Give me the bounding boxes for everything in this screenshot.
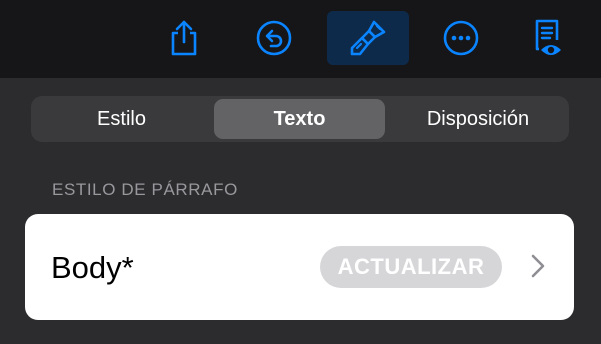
tab-texto[interactable]: Texto: [214, 99, 385, 139]
paragraph-style-row[interactable]: Body* ACTUALIZAR: [25, 214, 574, 320]
more-icon: [443, 20, 479, 56]
chevron-right-icon: [531, 254, 545, 278]
format-button[interactable]: [327, 11, 409, 65]
top-toolbar: [0, 0, 601, 78]
undo-button[interactable]: [233, 11, 315, 65]
share-button[interactable]: [143, 11, 225, 65]
format-tabs: Estilo Texto Disposición: [31, 96, 569, 142]
paragraph-style-name: Body*: [51, 250, 134, 285]
undo-icon: [256, 20, 292, 56]
section-header: ESTILO DE PÁRRAFO: [52, 180, 238, 199]
reading-view-button[interactable]: [507, 11, 589, 65]
share-icon: [171, 20, 197, 56]
tab-disposicion[interactable]: Disposición: [390, 99, 566, 139]
more-button[interactable]: [420, 11, 502, 65]
reading-view-icon: [535, 19, 561, 55]
update-style-button[interactable]: ACTUALIZAR: [320, 246, 502, 288]
format-brush-icon: [350, 20, 386, 56]
tab-estilo[interactable]: Estilo: [34, 99, 209, 139]
format-panel: Estilo Texto Disposición ESTILO DE PÁRRA…: [0, 78, 601, 344]
